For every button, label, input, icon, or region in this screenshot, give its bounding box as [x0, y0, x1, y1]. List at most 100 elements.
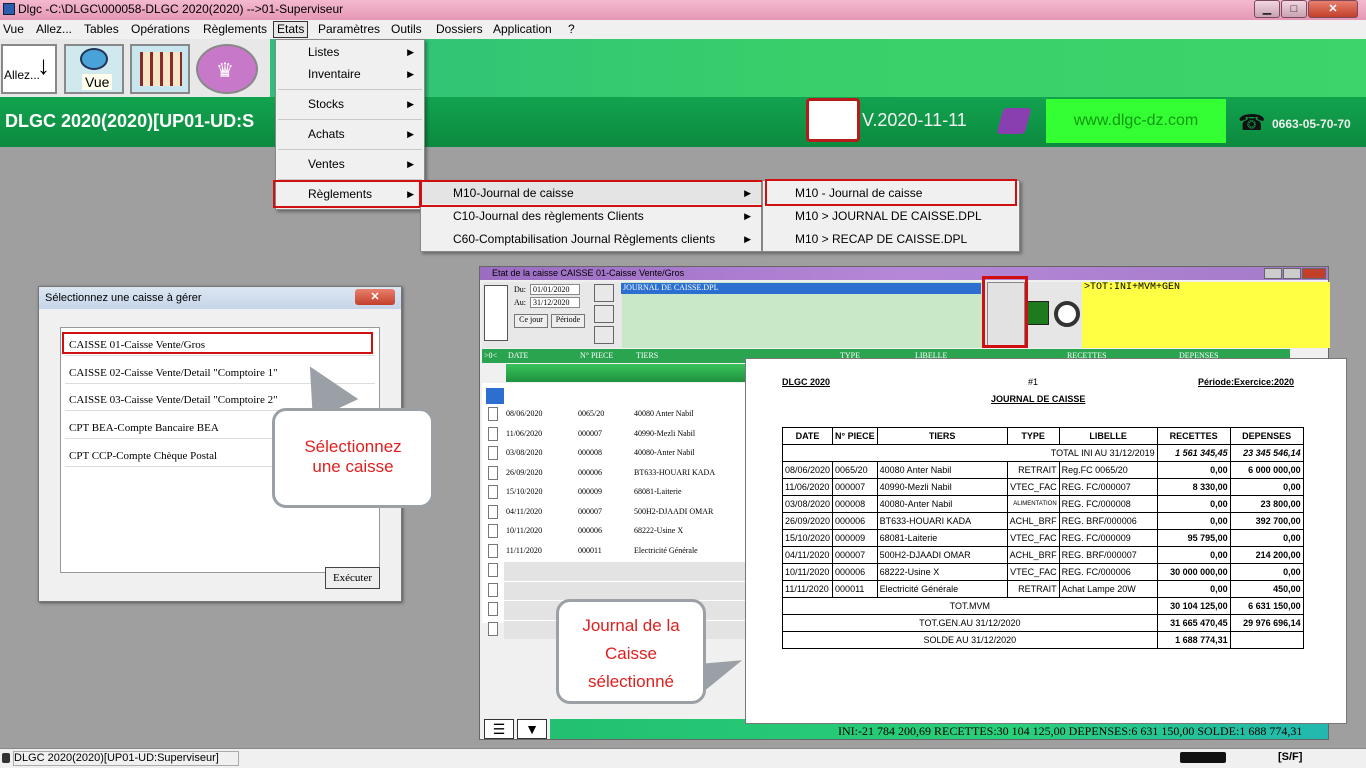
report-cell: 68222-Usine X: [876, 563, 1008, 581]
grid-button[interactable]: [130, 44, 190, 94]
report-col-header: TIERS: [876, 427, 1008, 445]
toolbar-background: [270, 39, 1366, 97]
report-file-field[interactable]: JOURNAL DE CAISSE.DPL: [621, 283, 981, 294]
report-cell: 11/11/2020: [781, 580, 834, 598]
dialog-close-button[interactable]: ✕: [355, 289, 395, 305]
lock-icon: [2, 753, 10, 763]
col-header[interactable]: >0<: [484, 351, 497, 360]
menu-item-c10-journal[interactable]: C10-Journal des règlements Clients ▶: [421, 205, 761, 227]
report-row: 03/08/2020 000008 40080-Anter Nabil ALIMENT…: [781, 495, 1304, 513]
highlight-box: [420, 180, 765, 207]
website-link[interactable]: www.dlgc-dz.com: [1046, 99, 1226, 143]
calendar-icon[interactable]: [806, 98, 860, 142]
menu-help[interactable]: ?: [565, 22, 578, 36]
printer-green-icon[interactable]: [1027, 301, 1049, 325]
report-row: 15/10/2020 000009 68081-Laiterie VTEC_FAC RE…: [781, 529, 1304, 547]
menu-operations[interactable]: Opérations: [128, 22, 193, 36]
report-cell: 0,00: [1156, 546, 1231, 564]
report-cell: 11/06/2020: [781, 478, 834, 496]
menu-reglements[interactable]: Règlements: [200, 22, 270, 36]
menu-item-recap-caisse-dpl[interactable]: M10 > RECAP DE CAISSE.DPL: [763, 228, 1019, 250]
row-checkbox[interactable]: [488, 407, 498, 421]
vue-label: Vue: [82, 74, 113, 90]
report-cell: 26/09/2020: [781, 512, 834, 530]
solde-row: SOLDE AU 31/12/2020 1 688 774,31: [782, 631, 1304, 649]
status-right-text: [S/F]: [1278, 751, 1303, 763]
report-totals: TOT.MVM 30 104 125,00 6 631 150,00 TOT.G…: [782, 597, 1304, 649]
menu-parametres[interactable]: Paramètres: [315, 22, 383, 36]
menu-etats[interactable]: Etats: [273, 21, 309, 38]
tot-gen-recettes: 31 665 470,45: [1156, 614, 1231, 632]
row-checkbox[interactable]: [488, 504, 498, 519]
report-header-row: DATE N° PIECE TIERS TYPE LIBELLE RECETTE…: [781, 427, 1304, 445]
menu-vue[interactable]: Vue: [0, 22, 27, 36]
row-checkbox[interactable]: [488, 426, 498, 441]
gear-red-icon[interactable]: [1054, 301, 1080, 327]
menu-allez[interactable]: Allez...: [33, 22, 75, 36]
etat-maximize-button[interactable]: [1283, 268, 1301, 279]
allez-button[interactable]: Allez... ↓: [1, 44, 57, 94]
report-cell: 0,00: [1156, 461, 1231, 479]
app-title: DLGC 2020(2020)[UP01-UD:S: [5, 111, 255, 131]
au-date-field[interactable]: 31/12/2020: [530, 297, 580, 308]
menu-item-listes[interactable]: Listes ▶: [276, 41, 424, 63]
report-cell: 450,00: [1229, 580, 1304, 598]
current-row-marker[interactable]: [486, 388, 504, 404]
filter-settings-icon[interactable]: [594, 284, 614, 302]
grid-cell: 03/08/2020: [506, 448, 543, 457]
menu-item-stocks[interactable]: Stocks ▶: [276, 93, 424, 115]
report-cell: 40080-Anter Nabil: [876, 495, 1008, 513]
menu-item-inventaire[interactable]: Inventaire ▶: [276, 63, 424, 85]
report-cell: 04/11/2020: [781, 546, 834, 564]
etat-close-button[interactable]: [1302, 268, 1326, 279]
report-cell: 0065/20: [832, 461, 878, 479]
filter-button[interactable]: ▼: [517, 719, 547, 739]
ce-jour-button[interactable]: Ce jour: [514, 314, 548, 328]
highlight-box: [273, 180, 421, 208]
allez-label: Allez...: [4, 68, 41, 82]
printer-icon[interactable]: [594, 326, 614, 344]
menu-tables[interactable]: Tables: [81, 22, 122, 36]
crown-button[interactable]: ♛: [196, 44, 258, 94]
col-header[interactable]: DATE: [508, 351, 528, 360]
report-cell: 03/08/2020: [781, 495, 834, 513]
eye-icon: [80, 48, 108, 70]
grid-cell: 08/06/2020: [506, 409, 543, 418]
menu-item-c60-comptabilisation[interactable]: C60-Comptabilisation Journal Règlements …: [421, 228, 761, 250]
row-checkbox[interactable]: [488, 582, 498, 597]
row-checkbox[interactable]: [488, 446, 498, 460]
calendar-grid-icon: [140, 52, 182, 86]
callout-select-text: Sélectionnez une caisse: [304, 437, 402, 476]
close-button[interactable]: ✕: [1308, 0, 1358, 18]
menu-item-achats[interactable]: Achats ▶: [276, 123, 424, 145]
row-checkbox[interactable]: [488, 543, 498, 558]
minimize-button[interactable]: ▁: [1254, 0, 1280, 18]
dialog-title: Sélectionnez une caisse à gérer: [45, 292, 202, 304]
menu-item-ventes[interactable]: Ventes ▶: [276, 153, 424, 175]
menu-application[interactable]: Application: [490, 22, 555, 36]
vue-button[interactable]: Vue: [64, 44, 124, 94]
etat-minimize-button[interactable]: [1264, 268, 1282, 279]
menu-outils[interactable]: Outils: [388, 22, 425, 36]
row-checkbox[interactable]: [488, 602, 498, 616]
menu-lines-button[interactable]: ☰: [484, 719, 514, 739]
row-checkbox[interactable]: [488, 563, 498, 577]
solde-value: 1 688 774,31: [1156, 631, 1231, 649]
upload-icon[interactable]: [594, 305, 614, 323]
chevron-right-icon: ▶: [407, 129, 414, 139]
du-date-field[interactable]: 01/01/2020: [530, 284, 580, 295]
col-header[interactable]: TIERS: [636, 351, 658, 360]
menu-item-journal-caisse-dpl[interactable]: M10 > JOURNAL DE CAISSE.DPL: [763, 205, 1019, 227]
execute-button[interactable]: Exécuter: [325, 567, 380, 589]
row-checkbox[interactable]: [488, 621, 498, 636]
row-checkbox[interactable]: [488, 465, 498, 480]
maximize-button[interactable]: □: [1281, 0, 1307, 18]
periode-button[interactable]: Période: [551, 314, 585, 328]
row-checkbox[interactable]: [488, 524, 498, 538]
row-checkbox[interactable]: [488, 485, 498, 499]
recap-caisse-dpl-label: M10 > RECAP DE CAISSE.DPL: [795, 232, 968, 246]
menu-dossiers[interactable]: Dossiers: [433, 22, 486, 36]
total-ini-row: TOTAL INI AU 31/12/2019 1 561 345,45 23 …: [782, 444, 1304, 462]
phone-number: 0663-05-70-70: [1272, 117, 1351, 131]
col-header[interactable]: N° PIECE: [580, 351, 613, 360]
